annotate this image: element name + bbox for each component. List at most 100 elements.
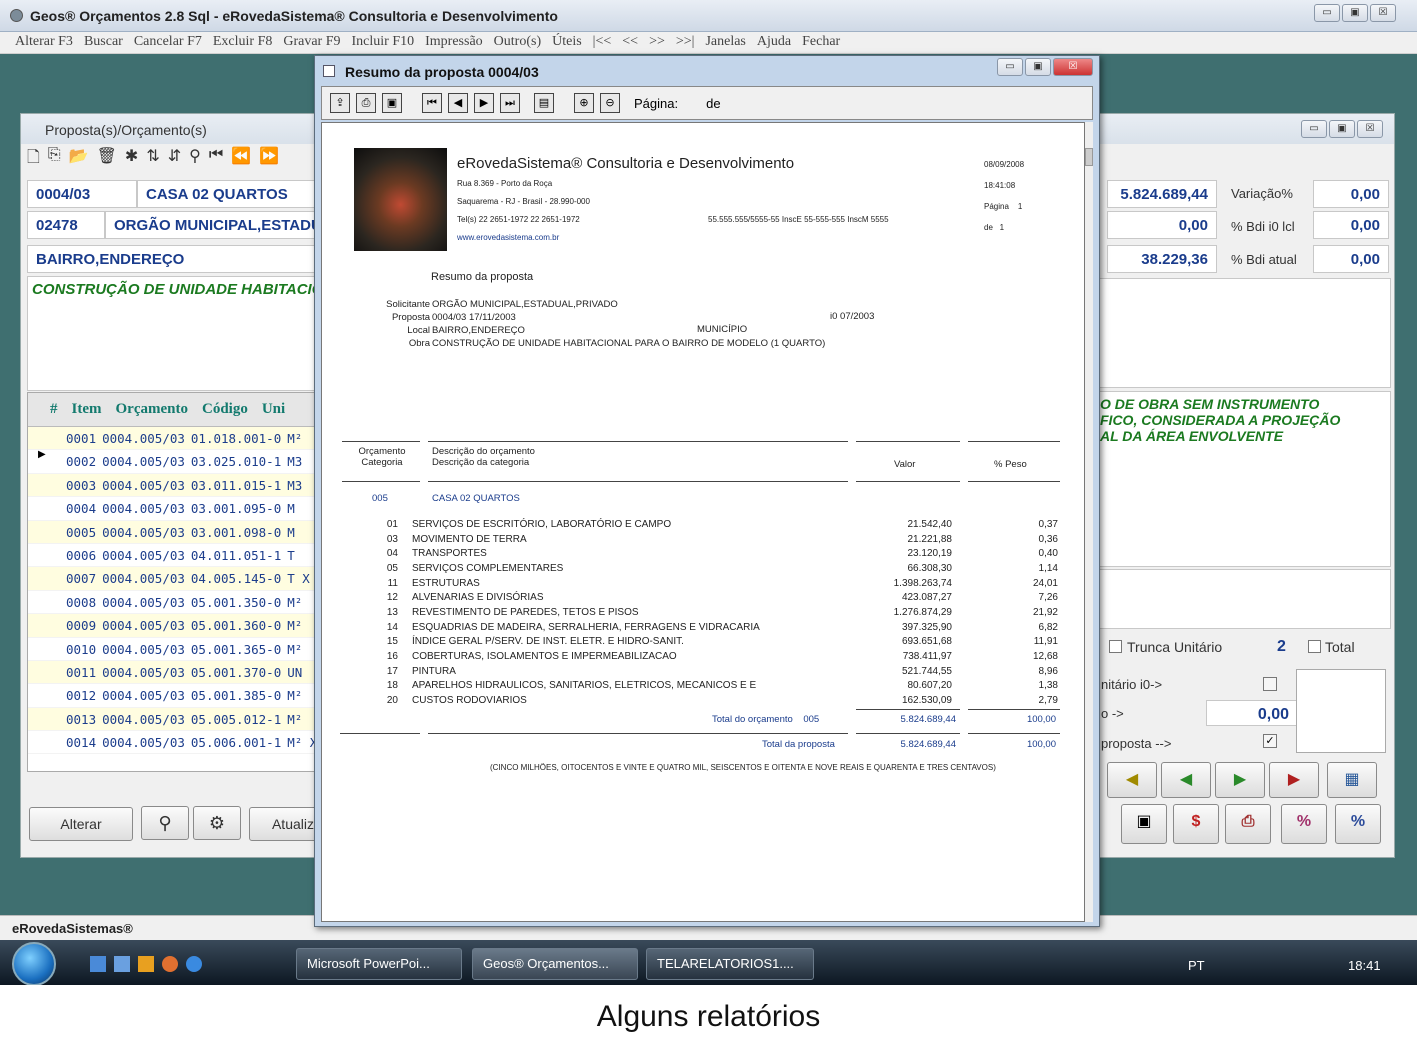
menu-incluir[interactable]: Incluir F10 <box>352 34 415 53</box>
table-row[interactable]: 0009 0004.005/03 05.001.360-0 M² <box>28 614 316 638</box>
report-close-button[interactable]: ☒ <box>1053 58 1093 76</box>
proposta-checkbox[interactable]: ✓ <box>1263 734 1277 748</box>
percent-b-button[interactable]: % <box>1335 804 1381 844</box>
menu-fechar[interactable]: Fechar <box>802 34 840 53</box>
tools-button[interactable]: ⚙ <box>193 806 241 840</box>
first-button[interactable]: ◀ <box>1107 762 1157 798</box>
percent-a-button[interactable]: % <box>1281 804 1327 844</box>
search-icon[interactable]: ⚲ <box>189 146 201 172</box>
close-button[interactable]: ☒ <box>1370 4 1396 22</box>
menu-first[interactable]: |<< <box>593 34 612 53</box>
price-button[interactable]: $ <box>1173 804 1219 844</box>
table-row[interactable]: 0001 0004.005/03 01.018.001-0 M² <box>28 427 316 451</box>
first-record-icon[interactable]: ⏮ <box>209 146 223 172</box>
menu-cancelar[interactable]: Cancelar F7 <box>134 34 202 53</box>
address-field[interactable]: BAIRRO,ENDEREÇO <box>27 245 317 273</box>
trunca-value[interactable]: 2 <box>1277 638 1286 656</box>
start-button[interactable] <box>12 942 56 985</box>
client-code-field[interactable]: 02478 <box>27 211 105 239</box>
media-icon[interactable] <box>138 956 154 972</box>
obra-text-area[interactable]: CONSTRUÇÃO DE UNIDADE HABITACIONAL <box>27 276 317 391</box>
total-checkbox[interactable] <box>1308 640 1321 653</box>
first-page-icon[interactable]: ⏮ <box>422 93 442 113</box>
zoom-out-icon[interactable]: ⊖ <box>600 93 620 113</box>
calculator-button[interactable]: ▦ <box>1327 762 1377 798</box>
export-icon[interactable]: ⇪ <box>330 93 350 113</box>
table-row[interactable]: 0010 0004.005/03 05.001.365-0 M² <box>28 638 316 661</box>
show-desktop-icon[interactable] <box>90 956 106 972</box>
asterisk-icon[interactable]: ✱ <box>125 146 138 172</box>
search-button[interactable]: ⚲ <box>141 806 189 840</box>
notes-area[interactable] <box>1099 278 1391 388</box>
menu-alterar[interactable]: Alterar F3 <box>15 34 73 53</box>
prev-button[interactable]: ◀ <box>1161 762 1211 798</box>
last-button[interactable]: ▶ <box>1269 762 1319 798</box>
menu-impressao[interactable]: Impressão <box>425 34 483 53</box>
copy-icon[interactable]: ⎘ <box>48 146 61 172</box>
save-icon[interactable]: ▣ <box>382 93 402 113</box>
report-site[interactable]: www.erovedasistema.com.br <box>457 233 559 242</box>
proposal-code-field[interactable]: 0004/03 <box>27 180 137 208</box>
trunca-checkbox[interactable] <box>1109 640 1122 653</box>
menu-next[interactable]: >> <box>649 34 665 53</box>
next-page-icon[interactable]: ▶ <box>474 93 494 113</box>
delete-icon[interactable]: 🗑 <box>97 146 117 172</box>
task-telarelatorios[interactable]: TELARELATORIOS1.... <box>646 948 814 980</box>
maximize-button[interactable]: ▣ <box>1342 4 1368 22</box>
bdi-atual-field[interactable]: 0,00 <box>1313 245 1389 273</box>
table-row[interactable]: 0013 0004.005/03 05.005.012-1 M² <box>28 707 316 732</box>
report-scrollbar[interactable] <box>1085 122 1093 922</box>
menu-janelas[interactable]: Janelas <box>705 34 745 53</box>
next-button[interactable]: ▶ <box>1215 762 1265 798</box>
ie-icon[interactable] <box>186 956 202 972</box>
table-row[interactable]: 0014 0004.005/03 05.006.001-1 M² X <box>28 731 316 755</box>
atualiza-button[interactable]: Atualiz <box>249 807 319 841</box>
save-button[interactable]: ▣ <box>1121 804 1167 844</box>
new-icon[interactable]: 🗋 <box>27 146 40 172</box>
table-row[interactable]: 0003 0004.005/03 03.011.015-1 M3 <box>28 473 316 498</box>
prev-page-icon[interactable]: ◀ <box>448 93 468 113</box>
prev-record-icon[interactable]: ⏪ <box>231 146 251 172</box>
zoom-in-icon[interactable]: ⊕ <box>574 93 594 113</box>
table-row[interactable]: 0005 0004.005/03 03.001.098-0 M <box>28 520 316 544</box>
table-row[interactable]: 0002 0004.005/03 03.025.010-1 M3 <box>28 450 316 474</box>
client-name-field[interactable]: ORGÃO MUNICIPAL,ESTADUA <box>105 211 317 239</box>
table-row[interactable]: 0004 0004.005/03 03.001.095-0 M <box>28 497 316 521</box>
bdi-i0-field[interactable]: 0,00 <box>1313 211 1389 239</box>
next-record-icon[interactable]: ⏩ <box>259 146 279 172</box>
variacao-field[interactable]: 0,00 <box>1313 180 1389 208</box>
report-scroll-thumb[interactable] <box>1085 148 1093 166</box>
obra-description-area[interactable]: O DE OBRA SEM INSTRUMENTO FICO, CONSIDER… <box>1099 391 1391 567</box>
table-row[interactable]: 0012 0004.005/03 05.001.385-0 M² <box>28 684 316 708</box>
table-row[interactable]: 0006 0004.005/03 04.011.051-1 T <box>28 544 316 568</box>
minimize-button[interactable]: ▭ <box>1314 4 1340 22</box>
table-row[interactable]: 0011 0004.005/03 05.001.370-0 UN <box>28 660 316 685</box>
language-indicator[interactable]: PT <box>1188 958 1204 973</box>
print-icon[interactable]: ⎙ <box>356 93 376 113</box>
menu-outros[interactable]: Outro(s) <box>494 34 541 53</box>
last-page-icon[interactable]: ⏭ <box>500 93 520 113</box>
table-row[interactable]: 0007 0004.005/03 04.005.145-0 T X <box>28 567 316 591</box>
open-icon[interactable]: 📂 <box>69 146 89 172</box>
menu-excluir[interactable]: Excluir F8 <box>213 34 273 53</box>
firefox-icon[interactable] <box>162 956 178 972</box>
report-maximize-button[interactable]: ▣ <box>1025 58 1051 76</box>
extra-notes-area[interactable] <box>1099 569 1391 629</box>
menu-prev[interactable]: << <box>622 34 638 53</box>
child-close-button[interactable]: ☒ <box>1357 120 1383 138</box>
sort-desc-icon[interactable]: ⇵ <box>168 146 181 172</box>
page-setup-icon[interactable]: ▤ <box>534 93 554 113</box>
unitario-checkbox[interactable] <box>1263 677 1277 691</box>
switch-windows-icon[interactable] <box>114 956 130 972</box>
task-powerpoint[interactable]: Microsoft PowerPoi... <box>296 948 462 980</box>
report-minimize-button[interactable]: ▭ <box>997 58 1023 76</box>
child-minimize-button[interactable]: ▭ <box>1301 120 1327 138</box>
table-row[interactable]: 0008 0004.005/03 05.001.350-0 M² <box>28 591 316 615</box>
sort-asc-icon[interactable]: ⇅ <box>146 146 159 172</box>
menu-uteis[interactable]: Úteis <box>552 34 582 53</box>
print-button[interactable]: ⎙ <box>1225 804 1271 844</box>
child-maximize-button[interactable]: ▣ <box>1329 120 1355 138</box>
menu-buscar[interactable]: Buscar <box>84 34 123 53</box>
task-geos[interactable]: Geos® Orçamentos... <box>472 948 638 980</box>
menu-last[interactable]: >>| <box>676 34 695 53</box>
